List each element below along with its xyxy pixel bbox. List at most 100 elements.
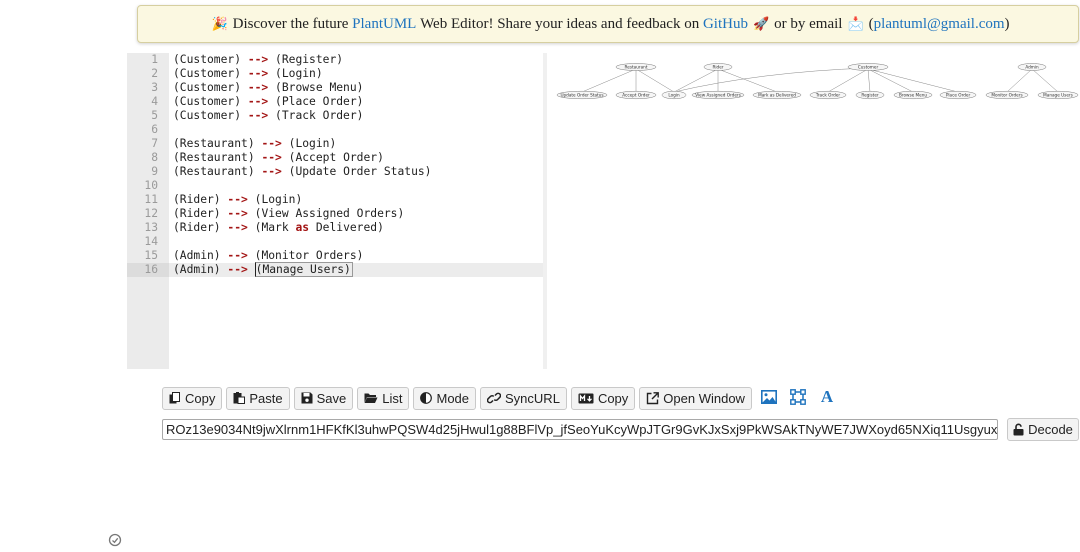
- decode-label: Decode: [1028, 422, 1073, 437]
- line-number: 13: [144, 221, 158, 234]
- usecase-label: Update Order Status: [560, 92, 603, 97]
- code-arrow: -->: [227, 263, 248, 276]
- svg-export-button[interactable]: [789, 388, 807, 406]
- mode-label: Mode: [436, 390, 470, 406]
- github-link[interactable]: GitHub: [703, 16, 748, 33]
- code-text[interactable]: (Customer) --> (Login): [173, 67, 323, 81]
- code-text[interactable]: (Rider) --> (View Assigned Orders): [173, 207, 404, 221]
- code-text[interactable]: (Rider) --> (Mark as Delivered): [173, 221, 384, 235]
- code-text[interactable]: (Restaurant) --> (Accept Order): [173, 151, 384, 165]
- line-number: 8: [151, 151, 158, 164]
- code-text[interactable]: (Restaurant) --> (Login): [173, 137, 336, 151]
- line-number: 5: [151, 109, 158, 122]
- text-export-button[interactable]: A: [818, 387, 836, 406]
- code-target: (Login): [254, 193, 303, 206]
- list-button[interactable]: List: [357, 386, 410, 410]
- line-number: 12: [144, 207, 158, 220]
- code-line[interactable]: 10: [127, 179, 543, 193]
- code-line[interactable]: 6: [127, 123, 543, 137]
- code-editor[interactable]: 1 (Customer) --> (Register) 2 (Customer)…: [127, 53, 543, 369]
- banner-prefix-text: Discover the future: [232, 15, 349, 32]
- code-actor: (Rider): [173, 193, 221, 206]
- code-actor: (Admin): [173, 263, 221, 276]
- code-text[interactable]: (Restaurant) --> (Update Order Status): [173, 165, 431, 179]
- announcement-banner: 🎉 Discover the future PlantUML Web Edito…: [137, 5, 1079, 43]
- line-number: 14: [144, 235, 158, 248]
- code-actor: (Restaurant): [173, 137, 255, 150]
- code-line[interactable]: 11 (Rider) --> (Login): [127, 193, 543, 207]
- code-line[interactable]: 5 (Customer) --> (Track Order): [127, 109, 543, 123]
- code-target: (Browse Menu): [275, 81, 364, 94]
- line-number: 16: [127, 263, 169, 277]
- code-arrow: -->: [247, 67, 269, 80]
- copy-icon: [169, 392, 181, 404]
- code-line[interactable]: 12 (Rider) --> (View Assigned Orders): [127, 207, 543, 221]
- code-line[interactable]: 1 (Customer) --> (Register): [127, 53, 543, 67]
- open-window-button[interactable]: Open Window: [639, 386, 752, 410]
- active-code-line[interactable]: 16 (Admin) --> (Manage Users): [127, 262, 543, 277]
- plantuml-link[interactable]: PlantUML: [352, 16, 416, 33]
- code-text[interactable]: (Customer) --> (Browse Menu): [173, 81, 363, 95]
- decode-button[interactable]: Decode: [1007, 418, 1079, 441]
- code-arrow: -->: [227, 207, 248, 220]
- code-line[interactable]: 3 (Customer) --> (Browse Menu): [127, 81, 543, 95]
- code-target: (Track Order): [275, 109, 364, 122]
- code-target: (View Assigned Orders): [254, 207, 405, 220]
- line-number: 10: [144, 179, 158, 192]
- line-number: 3: [151, 81, 158, 94]
- code-text[interactable]: (Customer) --> (Register): [173, 53, 343, 67]
- markdown-copy-button[interactable]: Copy: [570, 386, 636, 410]
- diagram-preview[interactable]: Restaurant Rider Customer Admin Update O…: [550, 58, 1080, 118]
- code-arrow: -->: [261, 151, 282, 164]
- syncurl-button[interactable]: SyncURL: [480, 386, 567, 410]
- line-number: 1: [151, 53, 158, 66]
- code-text[interactable]: (Admin) --> (Monitor Orders): [173, 249, 363, 263]
- paste-button[interactable]: Paste: [226, 386, 290, 410]
- code-line[interactable]: 13 (Rider) --> (Mark as Delivered): [127, 221, 543, 235]
- code-target: (Place Order): [275, 95, 364, 108]
- rocket-emoji-icon: 🚀: [752, 16, 770, 31]
- png-export-button[interactable]: [760, 388, 778, 406]
- line-number: 9: [151, 165, 158, 178]
- code-actor: (Admin): [173, 249, 221, 262]
- actor-label: Restaurant: [625, 64, 648, 69]
- pane-splitter[interactable]: [543, 53, 547, 369]
- code-arrow: -->: [227, 249, 248, 262]
- usecase-label: Accept Order: [622, 92, 650, 97]
- mode-button[interactable]: Mode: [413, 386, 477, 410]
- copy-button[interactable]: Copy: [162, 386, 223, 410]
- usecase-label: Manage Users: [1043, 92, 1073, 97]
- list-label: List: [382, 390, 403, 406]
- line-number: 4: [151, 95, 158, 108]
- code-text[interactable]: (Customer) --> (Place Order): [173, 95, 363, 109]
- code-text[interactable]: (Rider) --> (Login): [173, 193, 302, 207]
- code-line[interactable]: 15 (Admin) --> (Monitor Orders): [127, 249, 543, 263]
- diagram-edges: [581, 67, 1059, 93]
- code-line[interactable]: 2 (Customer) --> (Login): [127, 67, 543, 81]
- encoded-url-input[interactable]: ROz13e9034Nt9jwXlrnm1HFKfKl3uhwPQSW4d25j…: [162, 419, 998, 440]
- code-text[interactable]: (Customer) --> (Track Order): [173, 109, 363, 123]
- open-window-label: Open Window: [663, 390, 745, 406]
- code-target-end: Delivered): [309, 221, 384, 234]
- actor-label: Customer: [858, 64, 879, 69]
- code-line[interactable]: 14: [127, 235, 543, 249]
- usecase-label: Login: [668, 92, 680, 97]
- code-line[interactable]: 8 (Restaurant) --> (Accept Order): [127, 151, 543, 165]
- code-target: (Login): [275, 67, 323, 80]
- code-line[interactable]: 7 (Restaurant) --> (Login): [127, 137, 543, 151]
- code-text[interactable]: (Admin) --> (Manage Users): [173, 262, 353, 277]
- email-link[interactable]: plantuml@gmail.com: [874, 16, 1005, 33]
- code-line[interactable]: 9 (Restaurant) --> (Update Order Status): [127, 165, 543, 179]
- paste-icon: [233, 392, 246, 404]
- usecase-label: Track Order: [815, 92, 840, 97]
- code-arrow: -->: [247, 53, 269, 66]
- save-button[interactable]: Save: [293, 386, 354, 410]
- code-actor: (Restaurant): [173, 151, 255, 164]
- paste-label: Paste: [249, 390, 283, 406]
- code-line[interactable]: 4 (Customer) --> (Place Order): [127, 95, 543, 109]
- text-icon: A: [820, 387, 834, 406]
- mail-emoji-icon: 📩: [847, 16, 864, 31]
- save-icon: [301, 392, 313, 404]
- code-actor: (Customer): [173, 81, 242, 94]
- actor-label: Admin: [1025, 64, 1039, 69]
